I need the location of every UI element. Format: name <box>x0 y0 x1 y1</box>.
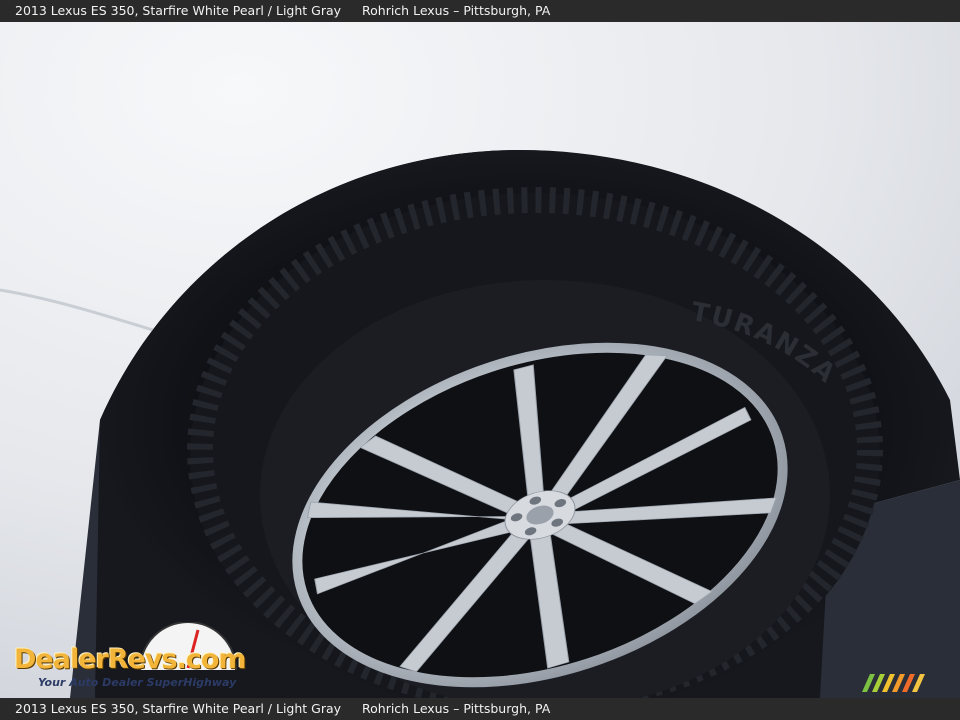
car-wheel-photo: TURANZA <box>0 22 960 698</box>
caption-bar-bottom: 2013 Lexus ES 350, Starfire White Pearl … <box>0 698 960 720</box>
dealer-caption-bottom: Rohrich Lexus – Pittsburgh, PA <box>362 701 551 716</box>
dealerrevs-watermark: DealerRevs.com Your Auto Dealer SuperHig… <box>12 622 272 694</box>
vehicle-caption: 2013 Lexus ES 350, Starfire White Pearl … <box>15 3 342 18</box>
stripe-logo-icon <box>862 674 925 692</box>
dealer-caption: Rohrich Lexus – Pittsburgh, PA <box>362 3 551 18</box>
vehicle-caption-bottom: 2013 Lexus ES 350, Starfire White Pearl … <box>15 701 342 716</box>
watermark-brand: DealerRevs.com <box>14 644 247 675</box>
watermark-tagline: Your Auto Dealer SuperHighway <box>38 676 237 689</box>
caption-bar-top: 2013 Lexus ES 350, Starfire White Pearl … <box>0 0 960 22</box>
